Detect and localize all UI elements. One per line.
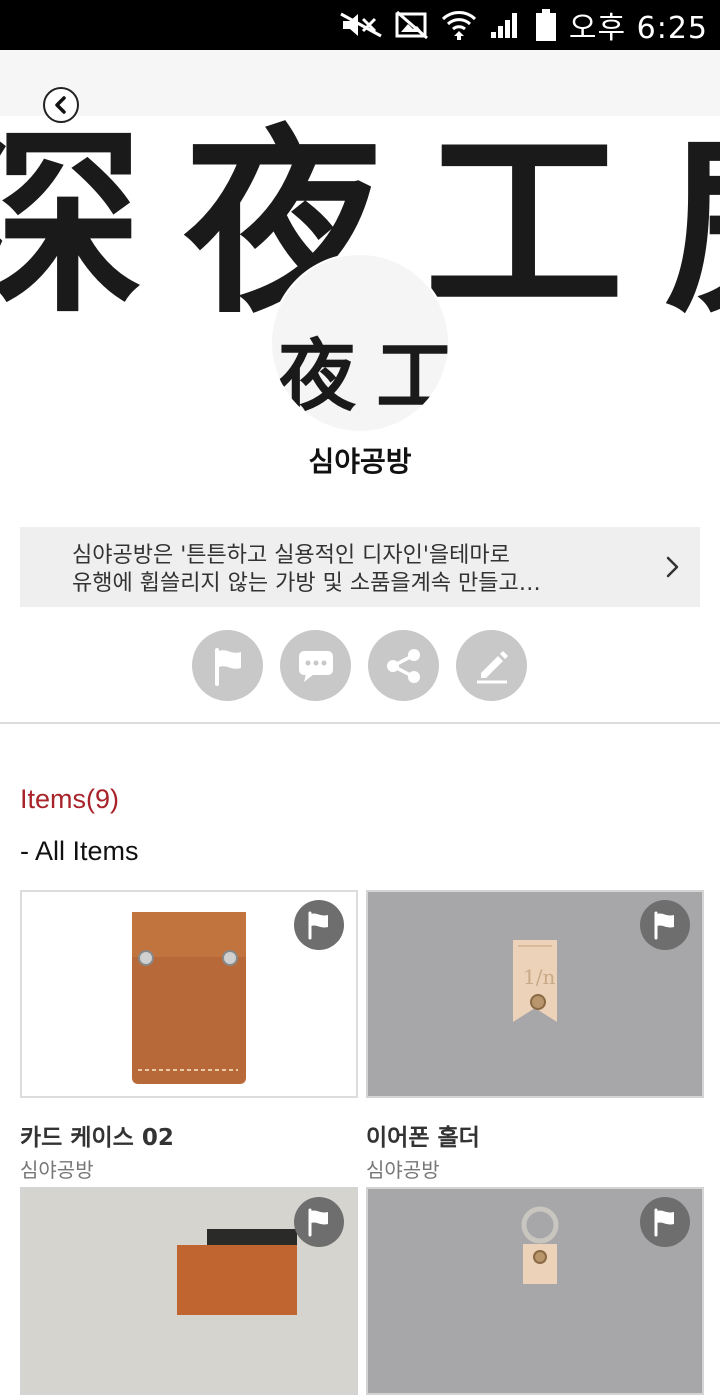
banner-glyph: 深 — [0, 116, 145, 330]
product-card[interactable]: 1/n 이어폰 홀더 심야공방 — [366, 890, 704, 1183]
flag-icon — [214, 647, 241, 686]
message-button[interactable] — [280, 630, 351, 701]
flag-icon — [308, 1208, 328, 1237]
avatar-glyph: 工 — [376, 331, 448, 422]
category-label[interactable]: - All Items — [20, 836, 139, 867]
edit-button[interactable] — [456, 630, 527, 701]
product-card[interactable]: 카드 케이스 02 심야공방 — [20, 890, 358, 1183]
product-seller: 심야공방 — [366, 1158, 440, 1182]
mute-icon — [340, 12, 382, 38]
avatar-logo-text: 夜 工 — [278, 337, 448, 417]
status-time: 오후 6:25 — [568, 11, 708, 46]
share-icon — [386, 648, 420, 683]
battery-icon — [535, 9, 556, 41]
avatar-glyph: 夜 — [278, 331, 357, 422]
shop-actions — [192, 630, 527, 701]
shop-name: 심야공방 — [308, 445, 412, 478]
svg-text:1/n: 1/n — [523, 965, 555, 989]
back-button[interactable] — [43, 87, 79, 123]
shop-avatar: 夜 工 — [272, 255, 448, 431]
items-heading: Items(9) — [20, 784, 120, 814]
description-line-2: 유행에 휩쓸리지 않는 가방 및 소품을계속 만들고… — [72, 571, 541, 596]
product-image[interactable] — [366, 1187, 704, 1395]
status-bar: 오후 6:25 — [0, 0, 720, 50]
signal-icon — [490, 13, 517, 38]
product-title[interactable]: 카드 케이스 02 — [20, 1118, 358, 1152]
status-icons: 오후 6:25 — [339, 0, 708, 50]
product-image[interactable] — [20, 1187, 358, 1395]
no-image-icon — [395, 10, 428, 40]
product-image[interactable] — [20, 890, 358, 1098]
favorite-badge[interactable] — [294, 900, 344, 950]
flag-icon — [654, 1208, 674, 1237]
chevron-left-icon — [55, 96, 66, 114]
banner-glyph: 房 — [664, 124, 720, 324]
follow-button[interactable] — [192, 630, 263, 701]
favorite-badge[interactable] — [640, 1197, 690, 1247]
product-image[interactable]: 1/n — [366, 890, 704, 1098]
favorite-badge[interactable] — [640, 900, 690, 950]
product-seller: 심야공방 — [20, 1158, 94, 1182]
edit-icon — [476, 650, 508, 683]
wifi-icon — [441, 11, 476, 40]
product-card[interactable] — [366, 1187, 704, 1395]
flag-icon — [308, 911, 328, 940]
flag-icon — [654, 911, 674, 940]
header-strip — [0, 50, 720, 116]
message-icon — [298, 650, 333, 682]
shop-description[interactable]: 심야공방은 '튼튼하고 실용적인 디자인'을테마로 유행에 휩쓸리지 않는 가방… — [20, 527, 700, 607]
favorite-badge[interactable] — [294, 1197, 344, 1247]
product-title[interactable]: 이어폰 홀더 — [366, 1118, 704, 1152]
product-card[interactable] — [20, 1187, 358, 1395]
banner-glyph: 工 — [424, 116, 625, 330]
chevron-right-icon — [666, 556, 679, 578]
section-divider — [0, 722, 720, 724]
share-button[interactable] — [368, 630, 439, 701]
